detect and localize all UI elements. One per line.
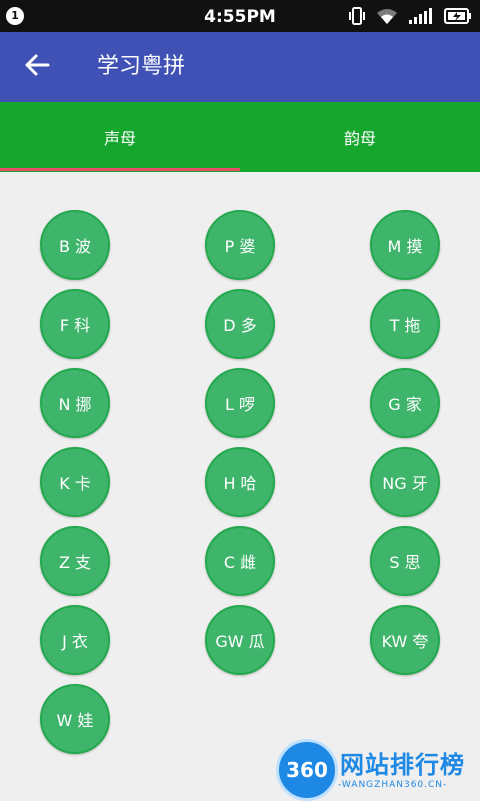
page-title: 学习粤拼	[97, 54, 186, 79]
tab-finals[interactable]: 韵母	[240, 102, 480, 172]
initial-button-gw[interactable]: GW 瓜	[205, 605, 275, 675]
initial-button-t[interactable]: T 拖	[370, 289, 440, 359]
initial-button-z[interactable]: Z 支	[40, 526, 110, 596]
tab-bar: 声母 韵母	[0, 102, 480, 172]
initial-button-k[interactable]: K 卡	[40, 447, 110, 517]
watermark-name: 网站排行榜	[340, 751, 465, 779]
app-bar: 学习粤拼	[0, 32, 480, 102]
initial-button-ng[interactable]: NG 牙	[370, 447, 440, 517]
initials-grid: B 波 P 婆 M 摸 F 科 D 多 T 拖 N 挪 L 啰 G 家 K 卡 …	[40, 210, 440, 754]
vibrate-icon	[348, 6, 366, 26]
initial-button-p[interactable]: P 婆	[205, 210, 275, 280]
initial-button-n[interactable]: N 挪	[40, 368, 110, 438]
initial-button-b[interactable]: B 波	[40, 210, 110, 280]
initial-button-f[interactable]: F 科	[40, 289, 110, 359]
watermark-logo: 360	[276, 739, 338, 801]
initial-button-d[interactable]: D 多	[205, 289, 275, 359]
watermark: 360 网站排行榜 -WANGZHAN360.CN-	[270, 735, 480, 801]
initial-button-l[interactable]: L 啰	[205, 368, 275, 438]
initial-button-m[interactable]: M 摸	[370, 210, 440, 280]
initial-button-s[interactable]: S 思	[370, 526, 440, 596]
status-icons	[348, 6, 472, 26]
initial-button-c[interactable]: C 雌	[205, 526, 275, 596]
initial-button-w[interactable]: W 娃	[40, 684, 110, 754]
tab-indicator	[0, 168, 240, 171]
battery-charging-icon	[444, 8, 472, 24]
wifi-icon	[376, 7, 398, 25]
arrow-left-icon	[24, 54, 50, 80]
tab-initials[interactable]: 声母	[0, 102, 240, 172]
signal-icon	[408, 7, 434, 25]
initial-button-g[interactable]: G 家	[370, 368, 440, 438]
back-button[interactable]	[20, 52, 54, 82]
initial-button-kw[interactable]: KW 夸	[370, 605, 440, 675]
status-bar: 1 4:55PM	[0, 0, 480, 32]
initial-button-j[interactable]: J 衣	[40, 605, 110, 675]
initial-button-h[interactable]: H 哈	[205, 447, 275, 517]
watermark-url: -WANGZHAN360.CN-	[338, 780, 448, 790]
